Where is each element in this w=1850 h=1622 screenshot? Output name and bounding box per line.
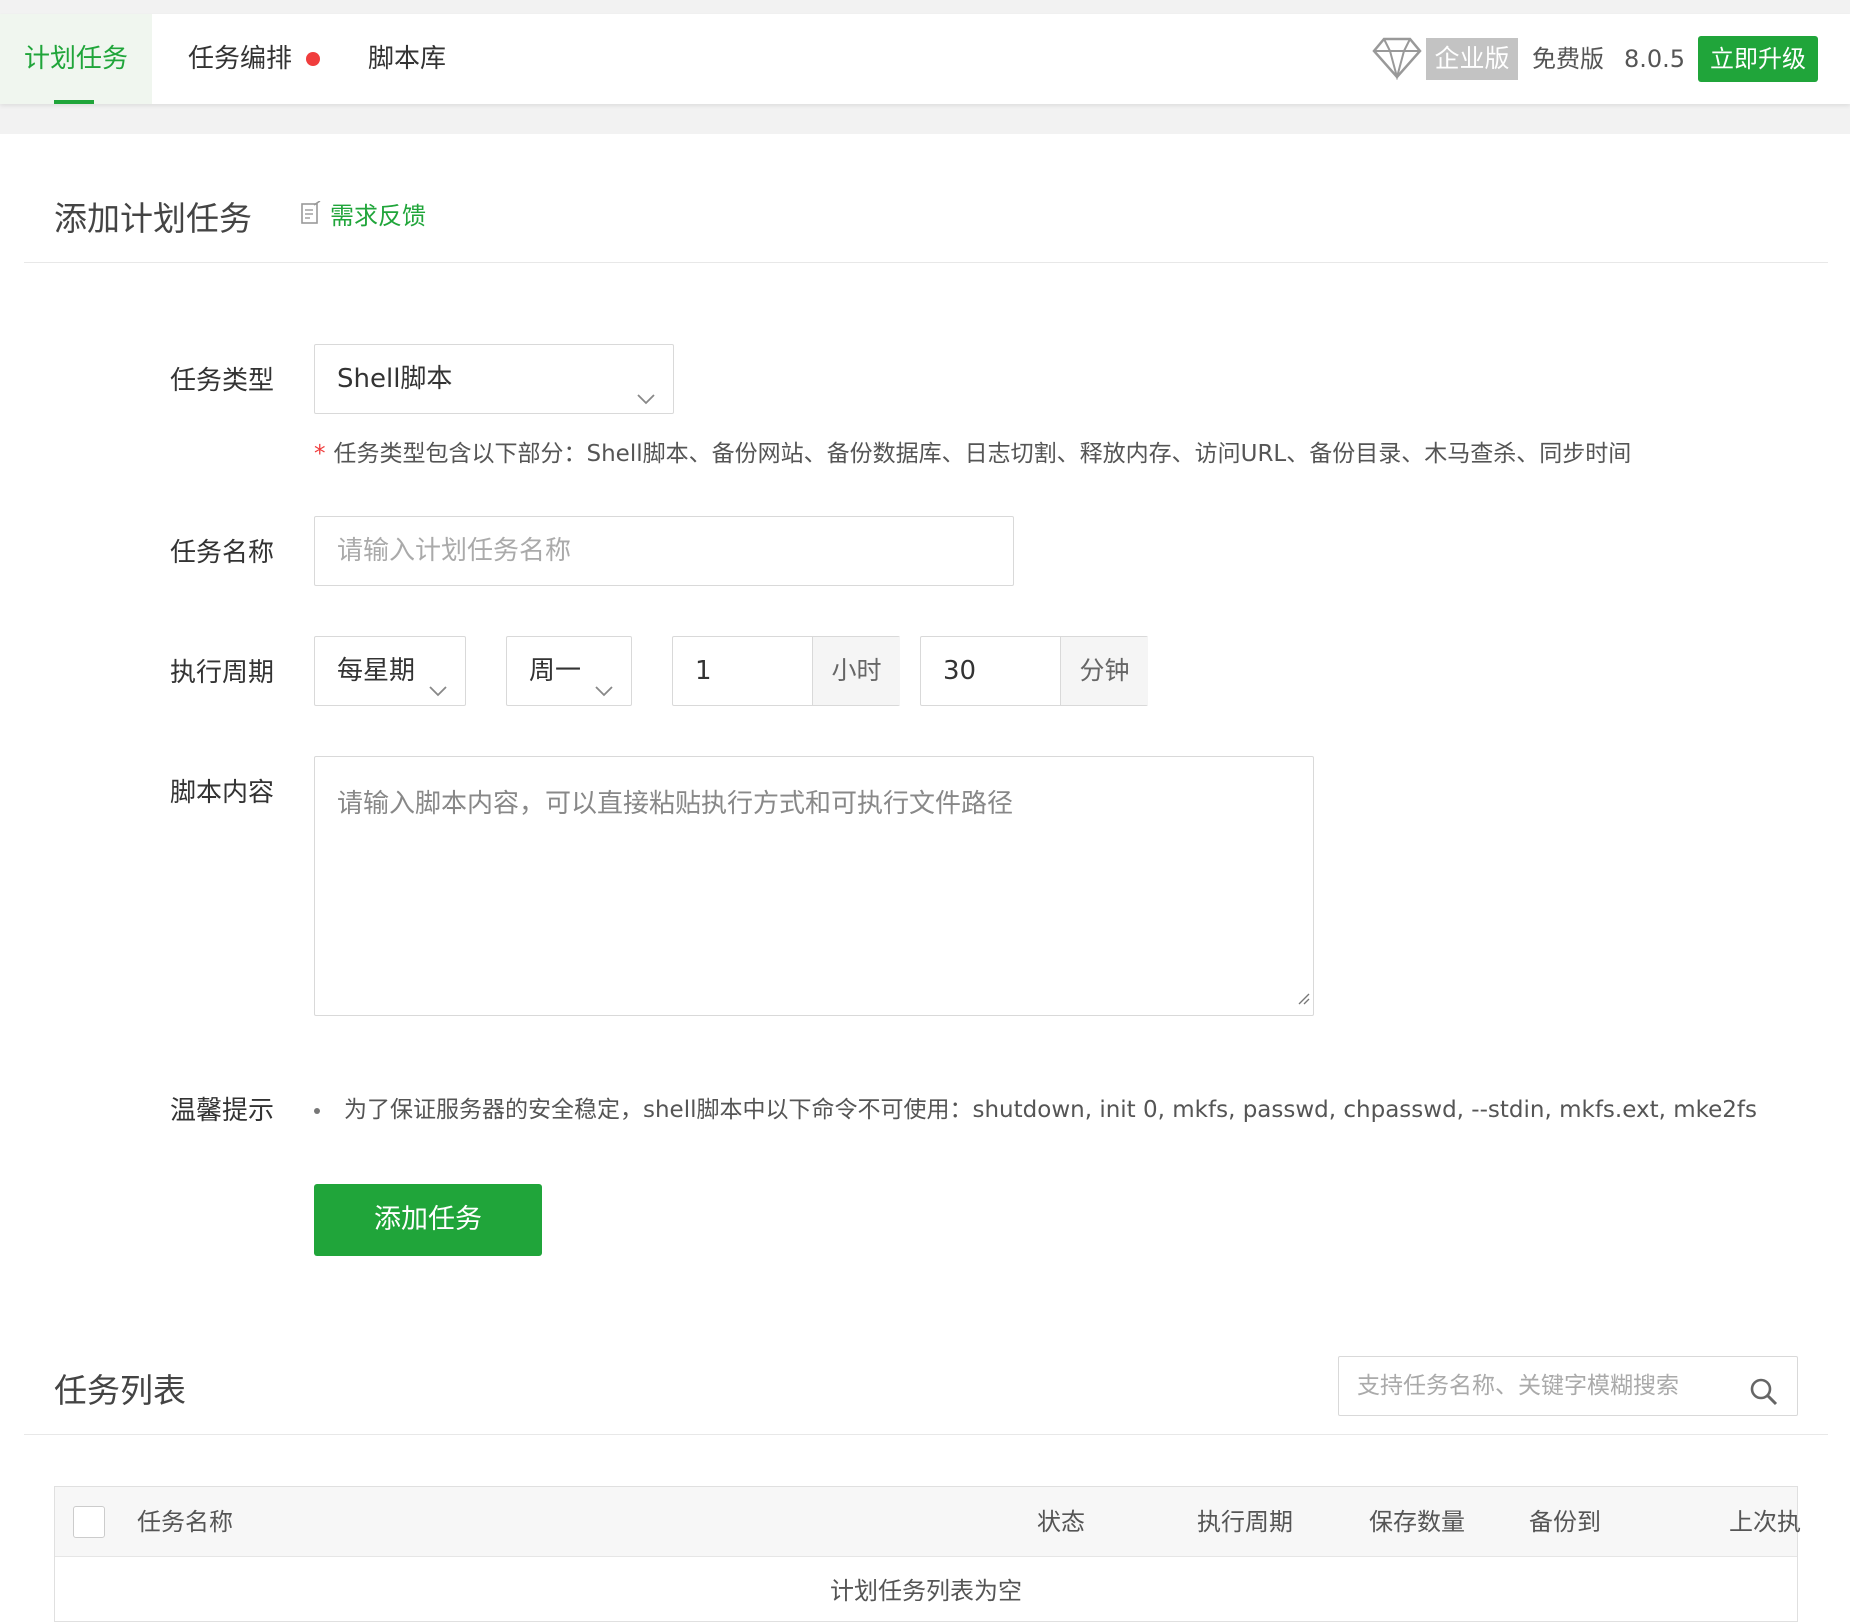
table-header: 任务名称 状态 执行周期 保存数量 备份到 上次执 xyxy=(55,1487,1801,1557)
chevron-down-icon xyxy=(635,368,657,436)
chevron-down-icon xyxy=(593,660,615,728)
tip-text: 为了保证服务器的安全稳定，shell脚本中以下命令不可使用：shutdown, … xyxy=(344,1097,1757,1123)
task-type-value: Shell脚本 xyxy=(337,364,453,394)
search-input[interactable]: 支持任务名称、关键字模糊搜索 xyxy=(1338,1356,1798,1416)
main-card: 添加计划任务 需求反馈 任务类型 Shell脚本 * 任务类型包含以下部分：She… xyxy=(0,134,1850,1622)
hour-unit: 小时 xyxy=(812,637,900,705)
bullet-icon xyxy=(314,1107,320,1114)
chevron-down-icon xyxy=(427,660,449,728)
cycle-label: 执行周期 xyxy=(169,658,274,688)
feedback-link[interactable]: 需求反馈 xyxy=(300,199,426,233)
tab-task-orchestration[interactable]: 任务编排 xyxy=(188,14,292,104)
hour-input[interactable]: 1 小时 xyxy=(672,636,900,706)
section-divider xyxy=(24,262,1828,263)
task-type-hint-text: 任务类型包含以下部分：Shell脚本、备份网站、备份数据库、日志切割、释放内存、… xyxy=(333,441,1632,467)
add-task-button[interactable]: 添加任务 xyxy=(314,1184,542,1256)
empty-list-message: 计划任务列表为空 xyxy=(830,1577,1022,1605)
hour-value: 1 xyxy=(695,656,712,686)
tip-item: 为了保证服务器的安全稳定，shell脚本中以下命令不可使用：shutdown, … xyxy=(314,1090,1757,1124)
free-edition-label: 免费版 xyxy=(1532,45,1604,73)
weekday-select[interactable]: 周一 xyxy=(506,636,632,706)
notification-dot xyxy=(306,52,320,66)
tab-script-library[interactable]: 脚本库 xyxy=(368,14,446,104)
upgrade-button[interactable]: 立即升级 xyxy=(1698,36,1818,82)
search-placeholder: 支持任务名称、关键字模糊搜索 xyxy=(1357,1373,1679,1399)
edit-icon xyxy=(300,200,322,234)
tab-label: 计划任务 xyxy=(23,44,128,74)
version-number: 8.0.5 xyxy=(1624,45,1686,73)
minute-unit: 分钟 xyxy=(1060,637,1148,705)
column-header-backup-to[interactable]: 备份到 xyxy=(1529,1487,1601,1557)
task-name-input[interactable]: 请输入计划任务名称 xyxy=(314,516,1014,586)
task-table: 任务名称 状态 执行周期 保存数量 备份到 上次执 计划任务列表为空 xyxy=(54,1486,1801,1622)
list-divider xyxy=(24,1434,1828,1435)
period-value: 每星期 xyxy=(337,656,416,686)
column-header-cycle[interactable]: 执行周期 xyxy=(1197,1487,1293,1557)
add-task-title: 添加计划任务 xyxy=(54,199,252,238)
minute-value: 30 xyxy=(943,656,977,686)
task-type-select[interactable]: Shell脚本 xyxy=(314,344,674,414)
task-type-label: 任务类型 xyxy=(169,366,274,396)
tab-label: 任务编排 xyxy=(188,44,293,74)
minute-input[interactable]: 30 分钟 xyxy=(920,636,1148,706)
select-all-checkbox[interactable] xyxy=(73,1506,105,1538)
tip-label: 温馨提示 xyxy=(169,1096,274,1126)
task-type-hint: * 任务类型包含以下部分：Shell脚本、备份网站、备份数据库、日志切割、释放内存… xyxy=(314,434,1631,468)
column-header-status[interactable]: 状态 xyxy=(1037,1487,1085,1557)
script-textarea[interactable]: 请输入脚本内容，可以直接粘贴执行方式和可执行文件路径 xyxy=(314,756,1314,1016)
task-list-title: 任务列表 xyxy=(54,1371,186,1410)
weekday-value: 周一 xyxy=(529,656,582,686)
enterprise-badge[interactable]: 企业版 xyxy=(1426,38,1518,80)
diamond-icon xyxy=(1372,36,1422,84)
resize-handle-icon[interactable] xyxy=(1296,982,1310,1012)
tab-scheduled-tasks[interactable]: 计划任务 xyxy=(0,14,152,104)
script-placeholder: 请输入脚本内容，可以直接粘贴执行方式和可执行文件路径 xyxy=(337,789,1014,819)
column-header-save-count[interactable]: 保存数量 xyxy=(1369,1487,1465,1557)
tab-label: 脚本库 xyxy=(368,44,447,74)
tab-active-indicator xyxy=(54,100,94,104)
search-icon[interactable] xyxy=(1749,1371,1779,1429)
task-name-label: 任务名称 xyxy=(169,538,274,568)
period-select[interactable]: 每星期 xyxy=(314,636,466,706)
feedback-label: 需求反馈 xyxy=(330,202,426,230)
required-star: * xyxy=(314,441,326,467)
script-label: 脚本内容 xyxy=(169,778,274,808)
top-nav: 计划任务 任务编排 脚本库 企业版 免费版 8.0.5 立即升级 xyxy=(0,14,1850,104)
column-header-name[interactable]: 任务名称 xyxy=(137,1487,233,1557)
column-header-last-run[interactable]: 上次执 xyxy=(1729,1487,1801,1557)
